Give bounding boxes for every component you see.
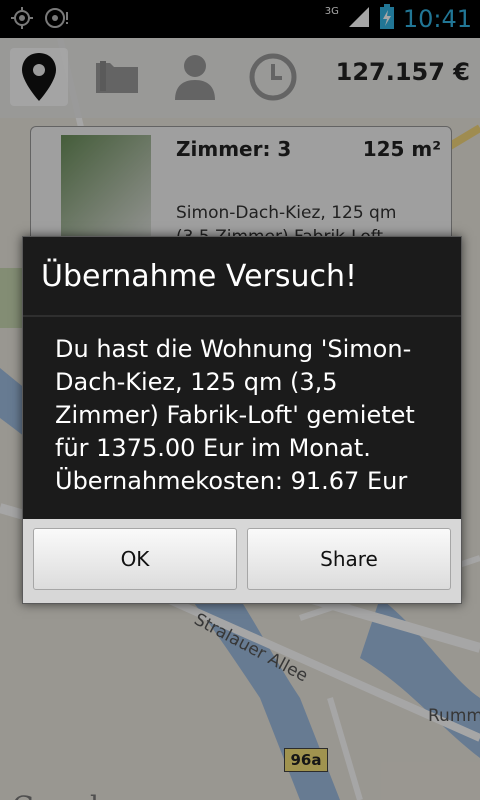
alert-dialog: Übernahme Versuch! Du hast die Wohnung '… (22, 236, 462, 604)
dialog-button-bar: OK Share (23, 519, 461, 603)
dialog-divider (23, 315, 461, 317)
dialog-message: Du hast die Wohnung 'Simon-Dach-Kiez, 12… (55, 335, 415, 495)
ok-button[interactable]: OK (33, 528, 237, 590)
dialog-title: Übernahme Versuch! (41, 259, 358, 294)
share-button[interactable]: Share (247, 528, 451, 590)
